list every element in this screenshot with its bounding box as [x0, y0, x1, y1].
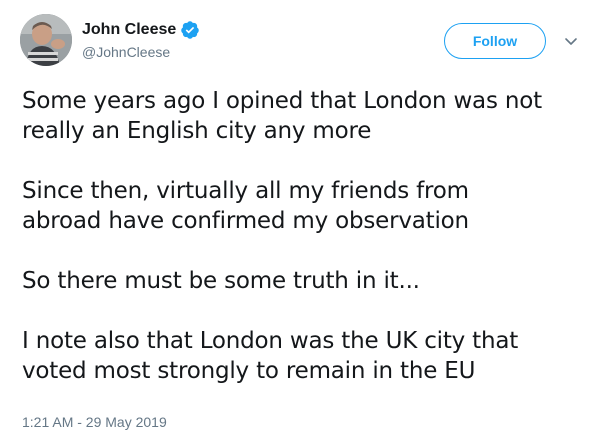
user-handle[interactable]: @JohnCleese — [82, 44, 170, 60]
avatar[interactable] — [20, 14, 72, 66]
profile-photo-icon — [20, 14, 72, 66]
tweet-paragraph: I note also that London was the UK city … — [22, 328, 519, 384]
tweet-paragraph: So there must be some truth in it... — [22, 268, 420, 294]
tweet-card: John Cleese @JohnCleese Follow Some year… — [0, 0, 594, 440]
chevron-down-icon[interactable] — [563, 33, 579, 49]
display-name-row: John Cleese — [82, 18, 200, 42]
tweet-paragraph: Since then, virtually all my friends fro… — [22, 178, 469, 234]
follow-button[interactable]: Follow — [444, 23, 546, 59]
tweet-timestamp[interactable]: 1:21 AM - 29 May 2019 — [22, 414, 167, 430]
verified-badge-icon — [180, 20, 200, 40]
tweet-text: Some years ago I opined that London was … — [22, 86, 582, 386]
tweet-paragraph: Some years ago I opined that London was … — [22, 88, 542, 144]
display-name[interactable]: John Cleese — [82, 21, 176, 39]
